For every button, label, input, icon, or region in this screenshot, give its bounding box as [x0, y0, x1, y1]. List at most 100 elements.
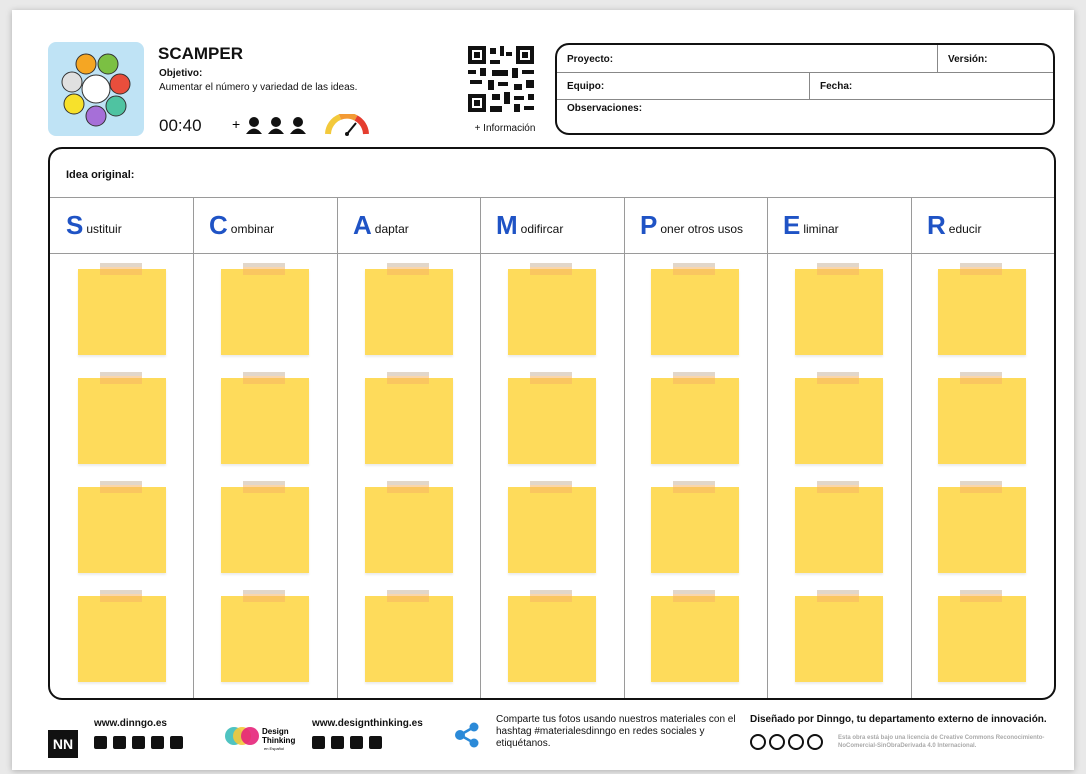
objective-text: Aumentar el número y variedad de las ide… [159, 82, 358, 93]
sticky-note[interactable] [221, 263, 309, 355]
column-header-s: Sustituir [50, 197, 193, 253]
sticky-note[interactable] [938, 263, 1026, 355]
column-label: liminar [803, 222, 839, 236]
time-duration: 00:40 [159, 116, 202, 135]
column-label: oner otros usos [660, 222, 744, 236]
twitter-icon[interactable] [151, 736, 164, 749]
column-letter: P [640, 210, 658, 240]
dinngo-logo: NN [48, 730, 78, 758]
linkedin-icon[interactable] [94, 736, 107, 749]
sticky-note[interactable] [938, 590, 1026, 682]
people-icon [246, 117, 306, 134]
column-separator [911, 197, 912, 698]
sticky-note[interactable] [795, 263, 883, 355]
column-label: ustituir [86, 222, 122, 236]
license-text: Esta obra está bajo una licencia de Crea… [838, 735, 1045, 749]
page-title: SCAMPER [158, 44, 244, 63]
sticky-note[interactable] [508, 481, 596, 573]
column-letter: C [209, 210, 228, 240]
sticky-note[interactable] [795, 481, 883, 573]
nd-icon [807, 734, 823, 750]
project-label: Proyecto: [567, 54, 614, 65]
sticky-note[interactable] [221, 590, 309, 682]
team-label: Equipo: [567, 81, 605, 92]
objective-label: Objetivo: [159, 68, 203, 79]
worksheet: SCAMPER Objetivo: Aumentar el número y v… [12, 10, 1074, 770]
column-label: daptar [374, 222, 409, 236]
column-letter: M [496, 210, 518, 240]
column-label: educir [948, 222, 982, 236]
creative-commons-icon [750, 734, 823, 750]
qr-code-icon[interactable] [466, 44, 536, 114]
dt-logo-line2: Thinking [262, 736, 295, 745]
column-letter: S [66, 210, 84, 240]
designed-by-text: Diseñado por Dinngo, tu departamento ext… [750, 714, 1047, 725]
sticky-note[interactable] [78, 263, 166, 355]
footer: NN www.dinngo.es Design Thinking en Espa… [12, 710, 1074, 770]
sticky-note[interactable] [508, 263, 596, 355]
by-icon [769, 734, 785, 750]
facebook-icon[interactable] [331, 736, 344, 749]
sticky-note[interactable] [78, 481, 166, 573]
sticky-note[interactable] [365, 481, 453, 573]
column-label: ombinar [230, 222, 275, 236]
notes-label: Observaciones: [567, 103, 643, 114]
dinngo-social-icons [94, 736, 183, 749]
column-label: odifircar [520, 222, 564, 236]
sticky-note[interactable] [938, 372, 1026, 464]
original-idea-label: Idea original: [66, 169, 135, 181]
linkedin-icon[interactable] [312, 736, 325, 749]
scamper-board: Idea original: Sustituir Combinar Adaptar M… [48, 147, 1056, 700]
twitter-icon[interactable] [369, 736, 382, 749]
sticky-note[interactable] [508, 372, 596, 464]
version-label: Versión: [948, 54, 988, 65]
nc-icon [788, 734, 804, 750]
sticky-note[interactable] [795, 372, 883, 464]
cc-icon [750, 734, 766, 750]
sticky-note[interactable] [795, 590, 883, 682]
share-text: Comparte tus fotos usando nuestros mater… [496, 714, 736, 749]
column-separator [767, 197, 768, 698]
column-letter: A [353, 210, 372, 240]
youtube-icon[interactable] [170, 736, 183, 749]
column-separator [624, 197, 625, 698]
column-header-r: Reducir [911, 197, 1054, 253]
sticky-note[interactable] [221, 481, 309, 573]
sticky-note[interactable] [78, 590, 166, 682]
column-header-m: Modifircar [480, 197, 623, 253]
scamper-wheel-icon [61, 53, 131, 127]
sticky-note[interactable] [508, 590, 596, 682]
scamper-logo [48, 42, 144, 136]
instagram-icon[interactable] [350, 736, 363, 749]
sticky-note[interactable] [651, 590, 739, 682]
sticky-note[interactable] [938, 481, 1026, 573]
column-separator [480, 197, 481, 698]
share-icon [452, 720, 482, 755]
sticky-note[interactable] [651, 263, 739, 355]
participants-indicator: + [232, 114, 316, 141]
sticky-note[interactable] [651, 372, 739, 464]
dt-logo-line3: en Español [264, 746, 284, 751]
date-label: Fecha: [820, 81, 853, 92]
column-separator [337, 197, 338, 698]
sticky-note[interactable] [365, 372, 453, 464]
sticky-note[interactable] [651, 481, 739, 573]
sticky-note[interactable] [221, 372, 309, 464]
designthinking-url[interactable]: www.designthinking.es [312, 718, 423, 729]
dt-logo-line1: Design [262, 727, 289, 736]
column-header-a: Adaptar [337, 197, 480, 253]
column-header-p: Poner otros usos [624, 197, 767, 253]
dt-social-icons [312, 736, 382, 749]
instagram-icon[interactable] [132, 736, 145, 749]
sticky-note[interactable] [78, 372, 166, 464]
sticky-note[interactable] [365, 263, 453, 355]
sticky-note[interactable] [365, 590, 453, 682]
column-letter: R [927, 210, 946, 240]
dinngo-url[interactable]: www.dinngo.es [94, 718, 167, 729]
people-plus: + [232, 116, 240, 132]
more-info-link[interactable]: + Información [466, 123, 544, 134]
project-info-box: Proyecto: Versión: Equipo: Fecha: Observ… [555, 43, 1055, 135]
column-header-e: Eliminar [767, 197, 910, 253]
facebook-icon[interactable] [113, 736, 126, 749]
difficulty-gauge-icon [324, 112, 370, 141]
